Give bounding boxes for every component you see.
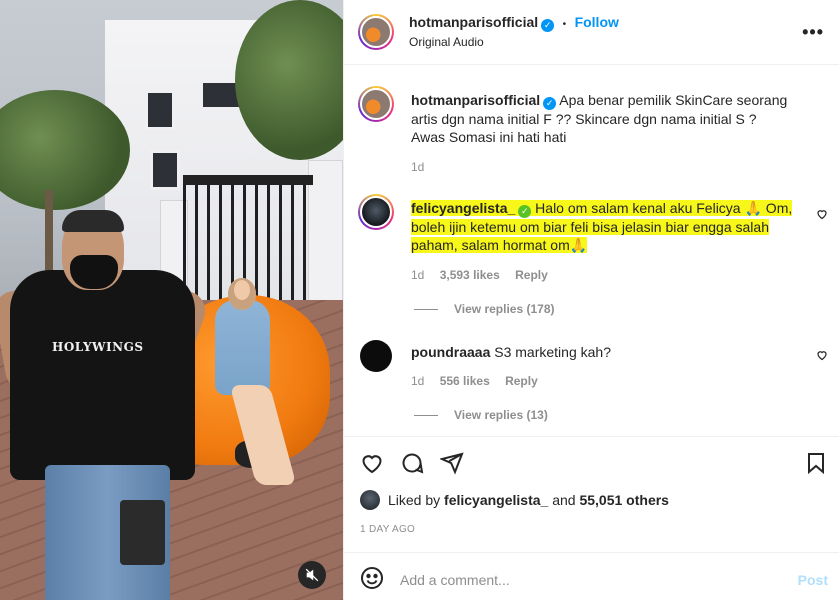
comment-likes[interactable]: 556 likes bbox=[440, 374, 490, 388]
share-send-icon[interactable] bbox=[440, 451, 464, 475]
comment-time[interactable]: 1d bbox=[411, 374, 424, 388]
shirt-print: HOLYWINGS bbox=[52, 340, 144, 354]
man-figure bbox=[10, 270, 195, 480]
more-options-icon[interactable]: ••• bbox=[802, 22, 824, 43]
likes-count[interactable]: 55,051 others bbox=[579, 492, 669, 508]
post-viewer: HOLYWINGS hotmanparisofficial ✓ • Follow … bbox=[0, 0, 839, 600]
header-separator: • bbox=[562, 19, 567, 30]
comment-bubble-icon[interactable] bbox=[400, 451, 424, 475]
author-avatar[interactable] bbox=[358, 14, 394, 50]
view-replies-button[interactable]: View replies (178) bbox=[414, 302, 555, 316]
post-comment-button[interactable]: Post bbox=[798, 572, 828, 588]
follow-button[interactable]: Follow bbox=[575, 14, 619, 30]
liker-username[interactable]: felicyangelista_ bbox=[444, 492, 548, 508]
comment-avatar[interactable] bbox=[360, 340, 392, 372]
comment-likes[interactable]: 3,593 likes bbox=[440, 268, 500, 282]
add-comment-bar: Add a comment... Post bbox=[344, 552, 839, 600]
caption-username[interactable]: hotmanparisofficial bbox=[411, 92, 540, 108]
post-date[interactable]: 1 DAY AGO bbox=[360, 524, 415, 535]
comment-time[interactable]: 1d bbox=[411, 268, 424, 282]
view-replies-button[interactable]: View replies (13) bbox=[414, 408, 548, 422]
liker-avatar[interactable] bbox=[360, 490, 380, 510]
speaker-muted-icon[interactable] bbox=[298, 561, 326, 589]
comment-avatar[interactable] bbox=[358, 194, 394, 230]
verified-badge-icon: ✓ bbox=[541, 19, 555, 32]
post-details-panel: hotmanparisofficial ✓ • Follow Original A… bbox=[343, 0, 839, 600]
comment-input[interactable]: Add a comment... bbox=[400, 572, 510, 588]
comment-username[interactable]: felicyangelista_ bbox=[411, 200, 515, 216]
like-comment-icon[interactable] bbox=[816, 208, 828, 220]
caption-time[interactable]: 1d bbox=[411, 160, 424, 174]
comment-text: S3 marketing kah? bbox=[494, 344, 611, 360]
audio-label[interactable]: Original Audio bbox=[409, 35, 484, 49]
like-comment-icon[interactable] bbox=[816, 349, 828, 361]
reply-button[interactable]: Reply bbox=[505, 374, 538, 388]
likes-summary: Liked by felicyangelista_ and 55,051 oth… bbox=[360, 490, 669, 510]
emoji-icon[interactable] bbox=[360, 566, 384, 590]
caption-avatar[interactable] bbox=[358, 86, 394, 122]
verified-badge-icon: ✓ bbox=[518, 205, 532, 218]
post-video[interactable]: HOLYWINGS bbox=[0, 0, 343, 600]
post-actions-bar bbox=[344, 436, 839, 488]
like-heart-icon[interactable] bbox=[360, 451, 384, 475]
author-username[interactable]: hotmanparisofficial bbox=[409, 14, 538, 30]
post-header: hotmanparisofficial ✓ • Follow Original A… bbox=[344, 0, 839, 65]
verified-badge-icon: ✓ bbox=[543, 97, 557, 110]
comment-username[interactable]: poundraaaa bbox=[411, 344, 490, 360]
bookmark-icon[interactable] bbox=[804, 451, 828, 475]
reply-button[interactable]: Reply bbox=[515, 268, 548, 282]
